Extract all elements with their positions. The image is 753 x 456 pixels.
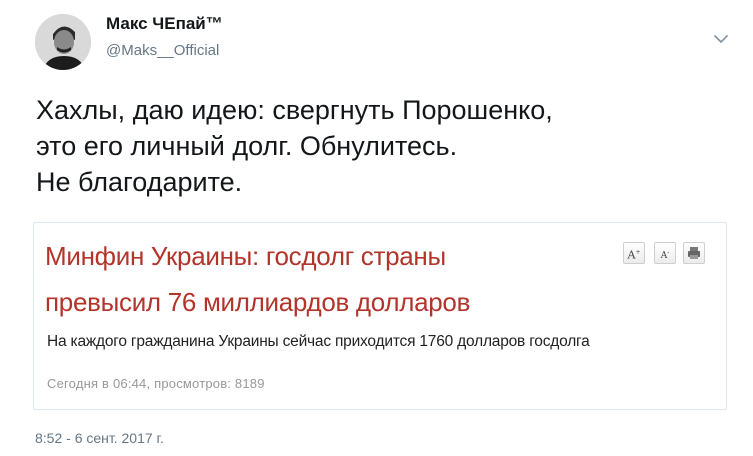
tweet-line: это его личный долг. Обнулитесь. <box>36 131 458 161</box>
article-toolbar: A+ A- <box>623 242 723 264</box>
avatar[interactable] <box>35 14 91 70</box>
headline-line: превысил 76 миллиардов долларов <box>45 287 471 317</box>
author-handle[interactable]: @Maks__Official <box>106 42 219 59</box>
article-meta: Сегодня в 06:44, просмотров: 8189 <box>47 376 265 391</box>
tweet-line: Хахлы, даю идею: свергнуть Порошенко, <box>36 95 553 125</box>
tweet-timestamp[interactable]: 8:52 - 6 сент. 2017 г. <box>35 430 164 446</box>
print-icon <box>688 247 700 259</box>
tweet-line: Не благодарите. <box>36 167 243 197</box>
tweet-text: Хахлы, даю идею: свергнуть Порошенко, эт… <box>36 92 726 200</box>
increase-font-button[interactable]: A+ <box>623 242 645 264</box>
avatar-image <box>35 14 91 70</box>
author-name[interactable]: Макс ЧЕпай™ <box>106 14 223 34</box>
headline-line: Минфин Украины: госдолг страны <box>45 241 446 271</box>
article-subtitle: На каждого гражданина Украины сейчас при… <box>47 333 590 350</box>
article-headline[interactable]: Минфин Украины: госдолг страны превысил … <box>45 233 605 325</box>
decrease-font-button[interactable]: A- <box>654 242 676 264</box>
print-button[interactable] <box>683 242 705 264</box>
article-card[interactable]: Минфин Украины: госдолг страны превысил … <box>33 222 727 410</box>
chevron-down-icon[interactable] <box>710 30 732 48</box>
